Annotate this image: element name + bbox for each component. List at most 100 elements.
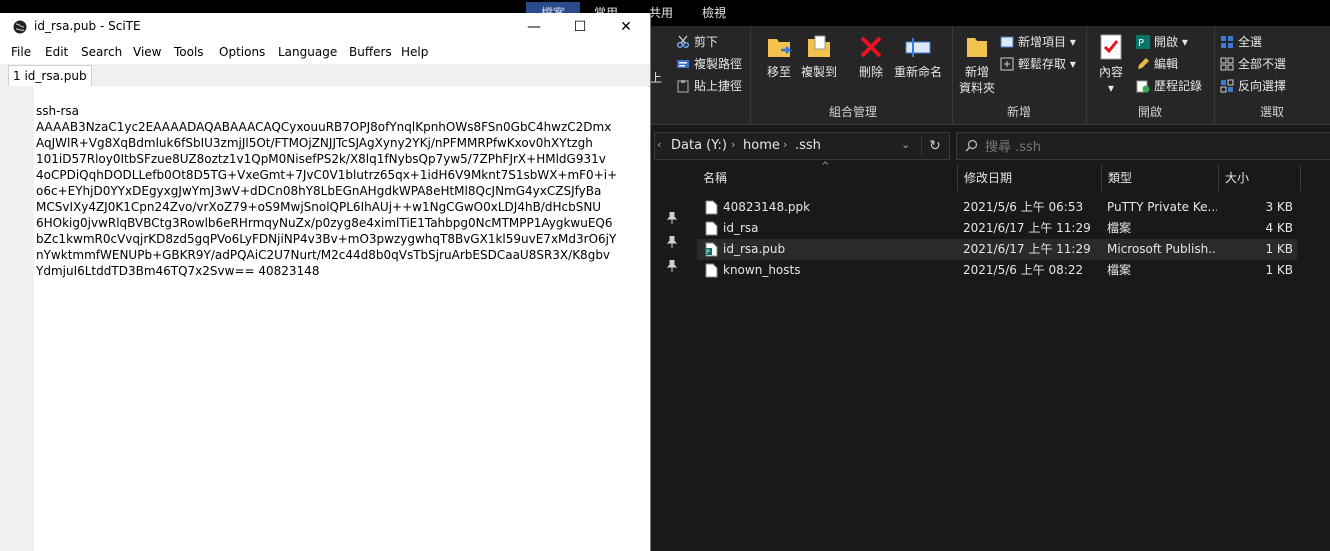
column-modified[interactable]: 修改日期 — [958, 165, 1102, 191]
chevron-left-icon: ‹ — [657, 138, 662, 151]
table-row[interactable]: 40823148.ppk 2021/5/6 上午 06:53 PuTTY Pri… — [697, 197, 1297, 218]
copy-to-button[interactable]: 複製到 — [798, 32, 840, 80]
cut-button[interactable]: 剪下 — [676, 32, 718, 52]
history-button[interactable]: 歷程記錄 — [1136, 76, 1202, 96]
delete-label: 刪除 — [858, 65, 883, 79]
breadcrumb-ssh[interactable]: .ssh — [795, 138, 821, 153]
table-row[interactable]: id_rsa 2021/6/17 上午 11:29 檔案 4 KB — [697, 218, 1297, 239]
tab-view[interactable]: 檢視 — [694, 2, 734, 24]
buffer-tab-bar: 1 id_rsa.pub — [0, 64, 650, 87]
select-none-button[interactable]: 全部不選 — [1220, 54, 1286, 74]
chevron-right-icon: › — [783, 138, 788, 151]
rename-button[interactable]: 重新命名 — [890, 32, 946, 80]
file-size: 1 KB — [1265, 242, 1293, 256]
editor-line: YdmjuI6LtddTD3Bm46TQ7x2Svw== 40823148 — [36, 264, 320, 278]
menu-tools[interactable]: Tools — [174, 45, 204, 59]
ribbon-group-open: 內容 ▾ P 開啟 ▾ 編輯 歷程記錄 開啟 — [1086, 26, 1215, 124]
menu-view[interactable]: View — [133, 45, 161, 59]
properties-check-icon — [1100, 34, 1122, 60]
editor-line: 4oCPDiQqhDODLLefb0Ot8D5TG+VxeGmt+7JvC0V1… — [36, 168, 618, 182]
new-item-label: 新增項目 — [1018, 35, 1067, 49]
svg-text:P: P — [1138, 38, 1144, 49]
table-row[interactable]: known_hosts 2021/5/6 上午 08:22 檔案 1 KB — [697, 260, 1297, 281]
copy-path-icon — [677, 60, 689, 68]
easy-access-icon — [1000, 57, 1014, 71]
file-size: 1 KB — [1265, 263, 1293, 277]
menu-file[interactable]: File — [11, 45, 31, 59]
close-button[interactable]: ✕ — [603, 13, 649, 42]
editor-content: ssh-rsa AAAAB3NzaC1yc2EAAAADAQABAAACAQCyx… — [36, 87, 648, 311]
navigation-pane — [650, 162, 690, 551]
pin-icon[interactable] — [667, 212, 677, 224]
cut-label: 剪下 — [694, 35, 719, 49]
address-bar[interactable]: ‹ Data (Y:) › home › .ssh ⌄ ↻ — [654, 132, 950, 160]
file-name: 40823148.ppk — [723, 200, 811, 214]
editor-line: AqJWlR+Vg8XqBdmluk6fSbIU3zmjJl5Ot/FTMOjZ… — [36, 136, 593, 150]
editor-line: 101iD57Rloy0ItbSFzue8UZ8oztz1v1QpM0Nisef… — [36, 152, 606, 166]
breadcrumb-home[interactable]: home — [743, 138, 780, 153]
copy-path-button[interactable]: 複製路徑 — [676, 54, 742, 74]
pin-icon[interactable] — [667, 236, 677, 248]
menu-options[interactable]: Options — [219, 45, 265, 59]
address-bar-area: ‹ Data (Y:) › home › .ssh ⌄ ↻ — [650, 130, 1330, 160]
easy-access-button[interactable]: 輕鬆存取 ▾ — [1000, 54, 1076, 74]
invert-selection-button[interactable]: 反向選擇 — [1220, 76, 1286, 96]
rename-label: 重新命名 — [893, 65, 942, 79]
refresh-button[interactable]: ↻ — [921, 136, 948, 156]
properties-button[interactable]: 內容 ▾ — [1096, 32, 1126, 96]
column-type[interactable]: 類型 — [1102, 165, 1219, 191]
menu-search[interactable]: Search — [81, 45, 122, 59]
menu-edit[interactable]: Edit — [45, 45, 68, 59]
scite-window: id_rsa.pub - SciTE — ☐ ✕ File Edit Searc… — [0, 13, 651, 551]
file-list-header: 名稱 ^ 修改日期 類型 大小 — [697, 161, 1301, 191]
file-type: PuTTY Private Ke... — [1107, 200, 1217, 214]
scite-app-icon — [13, 20, 27, 34]
copy-to-label: 複製到 — [800, 65, 837, 79]
paste-shortcut-button[interactable]: 貼上捷徑 — [676, 76, 742, 96]
properties-dropdown-icon: ▾ — [1107, 81, 1115, 95]
editor-line: ssh-rsa — [36, 104, 79, 118]
search-input[interactable] — [983, 137, 1287, 157]
file-name: id_rsa.pub — [723, 242, 786, 256]
column-size[interactable]: 大小 — [1219, 165, 1301, 191]
menu-language[interactable]: Language — [278, 45, 337, 59]
open-label: 開啟 — [1154, 35, 1179, 49]
menu-buffers[interactable]: Buffers — [349, 45, 392, 59]
delete-button[interactable]: 刪除 — [854, 32, 888, 80]
editor-line: 6HOkig0jvwRlqBVBCtg3Rowlb6eRHrmqyNuZx/p0… — [36, 216, 613, 230]
buffer-tab[interactable]: 1 id_rsa.pub — [8, 65, 92, 86]
properties-label: 內容 — [1098, 65, 1123, 79]
select-all-button[interactable]: 全選 — [1220, 32, 1262, 52]
title-bar[interactable]: id_rsa.pub - SciTE — ☐ ✕ — [0, 13, 650, 42]
editor-margin — [0, 86, 34, 551]
delete-x-icon — [860, 36, 882, 58]
text-editor[interactable]: ssh-rsa AAAAB3NzaC1yc2EAAAADAQABAAACAQCyx… — [34, 86, 648, 551]
file-type: 檔案 — [1107, 221, 1132, 235]
maximize-button[interactable]: ☐ — [557, 13, 603, 42]
file-icon — [705, 221, 718, 236]
move-to-button[interactable]: 移至 — [762, 32, 796, 80]
search-icon — [965, 139, 978, 152]
chevron-down-icon[interactable]: ⌄ — [901, 138, 910, 151]
file-name: id_rsa — [723, 221, 759, 235]
minimize-button[interactable]: — — [511, 13, 557, 42]
open-button[interactable]: P 開啟 ▾ — [1136, 32, 1188, 52]
pin-icon[interactable] — [667, 260, 677, 272]
table-row-selected[interactable]: P id_rsa.pub 2021/6/17 上午 11:29 Microsof… — [697, 239, 1297, 260]
search-box[interactable] — [956, 132, 1330, 160]
editor-line: MCSvIXy4ZJ0K1Cpn24Zvo/vrXoZ79+oS9MwjSnol… — [36, 200, 602, 214]
minimize-icon: — — [527, 19, 541, 35]
select-all-icon — [1221, 36, 1233, 48]
file-size: 3 KB — [1265, 200, 1293, 214]
edit-button[interactable]: 編輯 — [1136, 54, 1178, 74]
new-folder-button[interactable]: 新增 資料夾 — [956, 32, 998, 96]
file-modified: 2021/5/6 上午 08:22 — [963, 263, 1084, 277]
paste-shortcut-icon — [677, 80, 689, 93]
easy-access-label: 輕鬆存取 — [1018, 57, 1067, 71]
select-group-label: 選取 — [1259, 105, 1284, 119]
menu-help[interactable]: Help — [401, 45, 428, 59]
new-item-button[interactable]: 新增項目 ▾ — [1000, 32, 1076, 52]
paste-partial-label[interactable]: 上 — [650, 68, 662, 88]
chevron-right-icon: › — [731, 138, 736, 151]
breadcrumb-drive[interactable]: Data (Y:) — [671, 138, 727, 153]
